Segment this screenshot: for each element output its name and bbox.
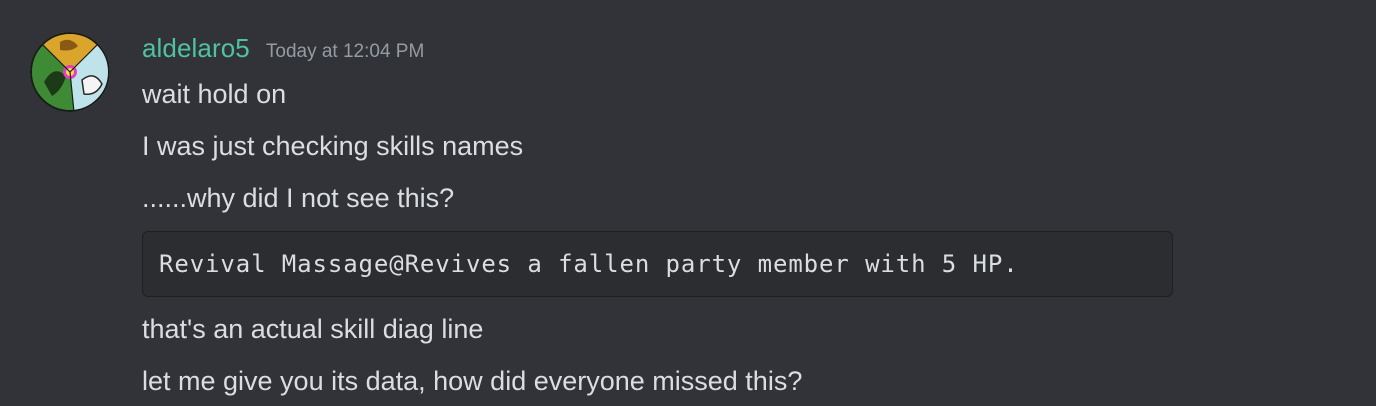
message-line: I was just checking skills names — [142, 131, 524, 161]
chat-message: aldelaro5 Today at 12:04 PM wait hold on… — [0, 0, 1376, 406]
message-line: let me give you its data, how did everyo… — [142, 366, 803, 396]
message-timestamp[interactable]: Today at 12:04 PM — [266, 41, 424, 63]
message-line: wait hold on — [142, 79, 287, 109]
avatar-image — [30, 32, 110, 112]
message-line: that's an actual skill diag line — [142, 314, 484, 344]
message-line: ......why did I not see this? — [142, 183, 455, 213]
code-block-text: Revival Massage@Revives a fallen party m… — [159, 250, 1019, 278]
user-avatar[interactable] — [30, 32, 110, 112]
message-header: aldelaro5 Today at 12:04 PM — [142, 33, 424, 67]
code-block: Revival Massage@Revives a fallen party m… — [142, 231, 1173, 297]
username[interactable]: aldelaro5 — [142, 33, 250, 64]
